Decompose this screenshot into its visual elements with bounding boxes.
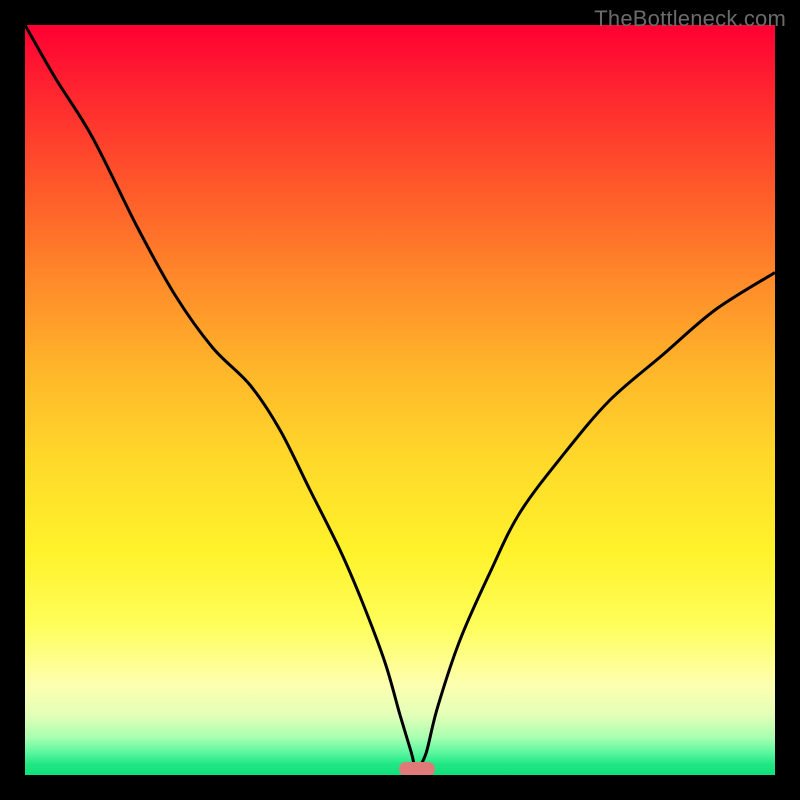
- watermark-text: TheBottleneck.com: [594, 6, 786, 32]
- minimum-marker: [399, 762, 435, 775]
- chart-canvas: TheBottleneck.com: [0, 0, 800, 800]
- bottleneck-curve: [25, 25, 775, 775]
- curve-path: [25, 25, 775, 769]
- plot-area: [25, 25, 775, 775]
